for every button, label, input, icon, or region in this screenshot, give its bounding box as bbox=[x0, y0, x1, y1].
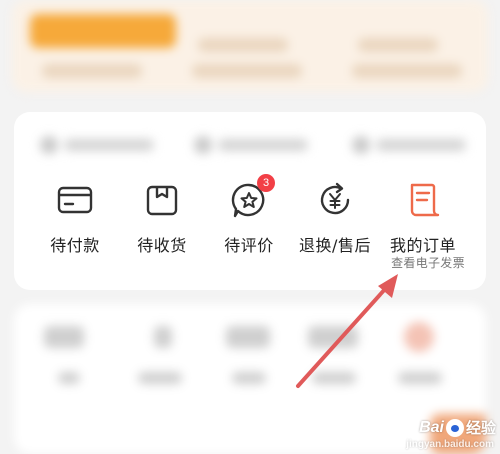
order-item-label: 待评价 bbox=[224, 236, 274, 255]
promo-text-blurred bbox=[192, 64, 302, 78]
review-count-badge: 3 bbox=[257, 174, 275, 192]
promo-tag bbox=[30, 14, 176, 48]
stat-label-blurred bbox=[138, 372, 182, 384]
order-card: 待付款 待收货 3 待评价 退换/售后 我的订单 查看电子发票 bbox=[14, 112, 486, 290]
order-receipt-icon bbox=[403, 180, 443, 220]
order-item-label: 待收货 bbox=[137, 236, 187, 255]
order-item-pending-payment[interactable]: 待付款 bbox=[30, 176, 120, 264]
watermark-domain: jingyan.baidu.com bbox=[406, 439, 494, 450]
stat-value-blurred bbox=[308, 326, 358, 348]
stat-label-blurred bbox=[58, 372, 80, 384]
watermark-brand: Bai bbox=[419, 418, 444, 436]
promo-text-blurred bbox=[42, 64, 142, 78]
stat-value-blurred bbox=[154, 326, 172, 348]
order-item-label: 待付款 bbox=[50, 236, 100, 255]
shortcut-row-blurred bbox=[14, 124, 486, 164]
stat-label-blurred bbox=[398, 372, 442, 384]
shortcut-chip[interactable] bbox=[352, 134, 466, 156]
stat-value-blurred bbox=[44, 326, 84, 348]
stat-label-blurred bbox=[312, 372, 356, 384]
order-item-label: 退换/售后 bbox=[299, 236, 371, 255]
wallet-icon bbox=[55, 180, 95, 220]
stats-card-blurred bbox=[14, 304, 486, 454]
promo-banner[interactable] bbox=[12, 0, 488, 92]
order-item-pending-receipt[interactable]: 待收货 bbox=[117, 176, 207, 264]
package-icon bbox=[142, 180, 182, 220]
promo-text-blurred bbox=[352, 64, 462, 78]
stat-value-blurred bbox=[226, 326, 270, 348]
order-item-label: 我的订单 bbox=[389, 236, 456, 255]
stat-label-blurred bbox=[232, 372, 266, 384]
shortcut-chip[interactable] bbox=[194, 134, 308, 156]
stat-icon-blurred bbox=[404, 322, 434, 352]
promo-text-blurred bbox=[358, 38, 438, 52]
shortcut-chip[interactable] bbox=[40, 134, 154, 156]
baidu-jingyan-watermark: Bai 经验 jingyan.baidu.com bbox=[406, 417, 496, 450]
order-status-row: 待付款 待收货 3 待评价 退换/售后 我的订单 bbox=[14, 174, 486, 266]
promo-text-blurred bbox=[198, 38, 288, 52]
paw-logo-icon bbox=[445, 418, 464, 437]
view-e-invoice-link[interactable]: 查看电子发票 bbox=[380, 254, 476, 271]
review-star-icon: 3 bbox=[229, 174, 275, 220]
order-item-after-sales[interactable]: 退换/售后 bbox=[290, 176, 380, 264]
order-item-my-orders[interactable]: 我的订单 bbox=[378, 176, 468, 264]
order-item-pending-review[interactable]: 3 待评价 bbox=[204, 174, 294, 264]
watermark-service: 经验 bbox=[465, 420, 496, 437]
refund-yuan-icon bbox=[315, 180, 355, 220]
